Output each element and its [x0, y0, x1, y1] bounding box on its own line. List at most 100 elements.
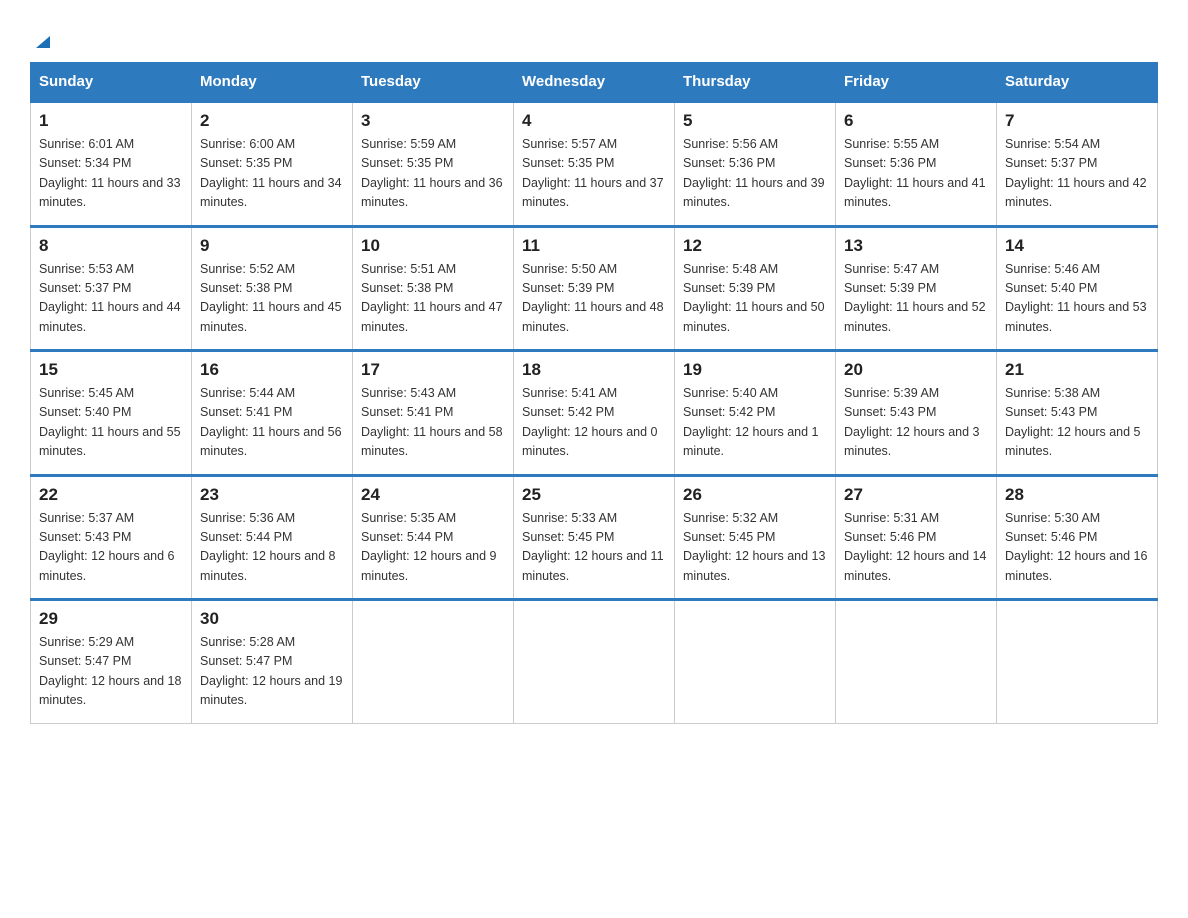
day-number: 23 [200, 485, 344, 505]
day-info: Sunrise: 5:57 AM Sunset: 5:35 PM Dayligh… [522, 135, 666, 213]
weekday-header-tuesday: Tuesday [353, 63, 514, 102]
calendar-cell: 18 Sunrise: 5:41 AM Sunset: 5:42 PM Dayl… [514, 351, 675, 476]
calendar-cell: 30 Sunrise: 5:28 AM Sunset: 5:47 PM Dayl… [192, 600, 353, 724]
day-info: Sunrise: 5:41 AM Sunset: 5:42 PM Dayligh… [522, 384, 666, 462]
day-info: Sunrise: 5:52 AM Sunset: 5:38 PM Dayligh… [200, 260, 344, 338]
calendar-cell: 6 Sunrise: 5:55 AM Sunset: 5:36 PM Dayli… [836, 102, 997, 227]
calendar-cell: 24 Sunrise: 5:35 AM Sunset: 5:44 PM Dayl… [353, 475, 514, 600]
calendar-cell [836, 600, 997, 724]
day-number: 12 [683, 236, 827, 256]
calendar-cell: 21 Sunrise: 5:38 AM Sunset: 5:43 PM Dayl… [997, 351, 1158, 476]
day-info: Sunrise: 5:47 AM Sunset: 5:39 PM Dayligh… [844, 260, 988, 338]
day-info: Sunrise: 5:33 AM Sunset: 5:45 PM Dayligh… [522, 509, 666, 587]
calendar-week-row: 22 Sunrise: 5:37 AM Sunset: 5:43 PM Dayl… [31, 475, 1158, 600]
day-info: Sunrise: 5:31 AM Sunset: 5:46 PM Dayligh… [844, 509, 988, 587]
calendar-cell: 1 Sunrise: 6:01 AM Sunset: 5:34 PM Dayli… [31, 102, 192, 227]
calendar-week-row: 1 Sunrise: 6:01 AM Sunset: 5:34 PM Dayli… [31, 102, 1158, 227]
weekday-header-row: SundayMondayTuesdayWednesdayThursdayFrid… [31, 63, 1158, 102]
day-number: 26 [683, 485, 827, 505]
day-number: 27 [844, 485, 988, 505]
calendar-cell: 20 Sunrise: 5:39 AM Sunset: 5:43 PM Dayl… [836, 351, 997, 476]
calendar-cell [353, 600, 514, 724]
weekday-header-monday: Monday [192, 63, 353, 102]
day-number: 8 [39, 236, 183, 256]
day-number: 21 [1005, 360, 1149, 380]
calendar-cell: 9 Sunrise: 5:52 AM Sunset: 5:38 PM Dayli… [192, 226, 353, 351]
day-number: 6 [844, 111, 988, 131]
calendar-cell: 12 Sunrise: 5:48 AM Sunset: 5:39 PM Dayl… [675, 226, 836, 351]
day-info: Sunrise: 5:54 AM Sunset: 5:37 PM Dayligh… [1005, 135, 1149, 213]
day-info: Sunrise: 5:46 AM Sunset: 5:40 PM Dayligh… [1005, 260, 1149, 338]
day-number: 10 [361, 236, 505, 256]
calendar-cell: 15 Sunrise: 5:45 AM Sunset: 5:40 PM Dayl… [31, 351, 192, 476]
calendar-cell: 11 Sunrise: 5:50 AM Sunset: 5:39 PM Dayl… [514, 226, 675, 351]
weekday-header-friday: Friday [836, 63, 997, 102]
calendar-week-row: 15 Sunrise: 5:45 AM Sunset: 5:40 PM Dayl… [31, 351, 1158, 476]
weekday-header-wednesday: Wednesday [514, 63, 675, 102]
day-number: 14 [1005, 236, 1149, 256]
day-number: 19 [683, 360, 827, 380]
calendar-cell: 23 Sunrise: 5:36 AM Sunset: 5:44 PM Dayl… [192, 475, 353, 600]
calendar-cell [514, 600, 675, 724]
weekday-header-sunday: Sunday [31, 63, 192, 102]
calendar-cell: 7 Sunrise: 5:54 AM Sunset: 5:37 PM Dayli… [997, 102, 1158, 227]
calendar-cell: 8 Sunrise: 5:53 AM Sunset: 5:37 PM Dayli… [31, 226, 192, 351]
calendar-cell: 10 Sunrise: 5:51 AM Sunset: 5:38 PM Dayl… [353, 226, 514, 351]
day-number: 18 [522, 360, 666, 380]
day-info: Sunrise: 5:35 AM Sunset: 5:44 PM Dayligh… [361, 509, 505, 587]
day-number: 16 [200, 360, 344, 380]
day-number: 29 [39, 609, 183, 629]
calendar-cell: 4 Sunrise: 5:57 AM Sunset: 5:35 PM Dayli… [514, 102, 675, 227]
day-number: 24 [361, 485, 505, 505]
day-number: 22 [39, 485, 183, 505]
day-number: 30 [200, 609, 344, 629]
day-info: Sunrise: 5:48 AM Sunset: 5:39 PM Dayligh… [683, 260, 827, 338]
calendar-cell: 2 Sunrise: 6:00 AM Sunset: 5:35 PM Dayli… [192, 102, 353, 227]
day-number: 28 [1005, 485, 1149, 505]
day-number: 2 [200, 111, 344, 131]
calendar-cell: 3 Sunrise: 5:59 AM Sunset: 5:35 PM Dayli… [353, 102, 514, 227]
day-number: 9 [200, 236, 344, 256]
day-info: Sunrise: 5:43 AM Sunset: 5:41 PM Dayligh… [361, 384, 505, 462]
calendar-cell [997, 600, 1158, 724]
calendar-cell: 27 Sunrise: 5:31 AM Sunset: 5:46 PM Dayl… [836, 475, 997, 600]
calendar-cell: 16 Sunrise: 5:44 AM Sunset: 5:41 PM Dayl… [192, 351, 353, 476]
calendar-cell: 13 Sunrise: 5:47 AM Sunset: 5:39 PM Dayl… [836, 226, 997, 351]
calendar-cell: 5 Sunrise: 5:56 AM Sunset: 5:36 PM Dayli… [675, 102, 836, 227]
day-info: Sunrise: 5:29 AM Sunset: 5:47 PM Dayligh… [39, 633, 183, 711]
day-info: Sunrise: 5:40 AM Sunset: 5:42 PM Dayligh… [683, 384, 827, 462]
logo [30, 30, 54, 52]
day-info: Sunrise: 5:32 AM Sunset: 5:45 PM Dayligh… [683, 509, 827, 587]
day-number: 1 [39, 111, 183, 131]
day-info: Sunrise: 5:30 AM Sunset: 5:46 PM Dayligh… [1005, 509, 1149, 587]
calendar-cell: 28 Sunrise: 5:30 AM Sunset: 5:46 PM Dayl… [997, 475, 1158, 600]
day-info: Sunrise: 5:45 AM Sunset: 5:40 PM Dayligh… [39, 384, 183, 462]
day-number: 4 [522, 111, 666, 131]
weekday-header-saturday: Saturday [997, 63, 1158, 102]
day-info: Sunrise: 5:36 AM Sunset: 5:44 PM Dayligh… [200, 509, 344, 587]
logo-triangle-icon [32, 30, 54, 52]
day-info: Sunrise: 6:00 AM Sunset: 5:35 PM Dayligh… [200, 135, 344, 213]
calendar-cell: 19 Sunrise: 5:40 AM Sunset: 5:42 PM Dayl… [675, 351, 836, 476]
day-number: 7 [1005, 111, 1149, 131]
day-number: 15 [39, 360, 183, 380]
calendar-cell [675, 600, 836, 724]
day-info: Sunrise: 5:56 AM Sunset: 5:36 PM Dayligh… [683, 135, 827, 213]
day-info: Sunrise: 5:39 AM Sunset: 5:43 PM Dayligh… [844, 384, 988, 462]
day-info: Sunrise: 5:59 AM Sunset: 5:35 PM Dayligh… [361, 135, 505, 213]
day-number: 11 [522, 236, 666, 256]
weekday-header-thursday: Thursday [675, 63, 836, 102]
calendar-week-row: 29 Sunrise: 5:29 AM Sunset: 5:47 PM Dayl… [31, 600, 1158, 724]
calendar-cell: 22 Sunrise: 5:37 AM Sunset: 5:43 PM Dayl… [31, 475, 192, 600]
day-info: Sunrise: 5:28 AM Sunset: 5:47 PM Dayligh… [200, 633, 344, 711]
day-number: 13 [844, 236, 988, 256]
day-info: Sunrise: 6:01 AM Sunset: 5:34 PM Dayligh… [39, 135, 183, 213]
calendar-cell: 17 Sunrise: 5:43 AM Sunset: 5:41 PM Dayl… [353, 351, 514, 476]
day-number: 25 [522, 485, 666, 505]
day-info: Sunrise: 5:38 AM Sunset: 5:43 PM Dayligh… [1005, 384, 1149, 462]
day-number: 20 [844, 360, 988, 380]
day-info: Sunrise: 5:55 AM Sunset: 5:36 PM Dayligh… [844, 135, 988, 213]
day-info: Sunrise: 5:37 AM Sunset: 5:43 PM Dayligh… [39, 509, 183, 587]
calendar-cell: 26 Sunrise: 5:32 AM Sunset: 5:45 PM Dayl… [675, 475, 836, 600]
calendar-table: SundayMondayTuesdayWednesdayThursdayFrid… [30, 62, 1158, 724]
